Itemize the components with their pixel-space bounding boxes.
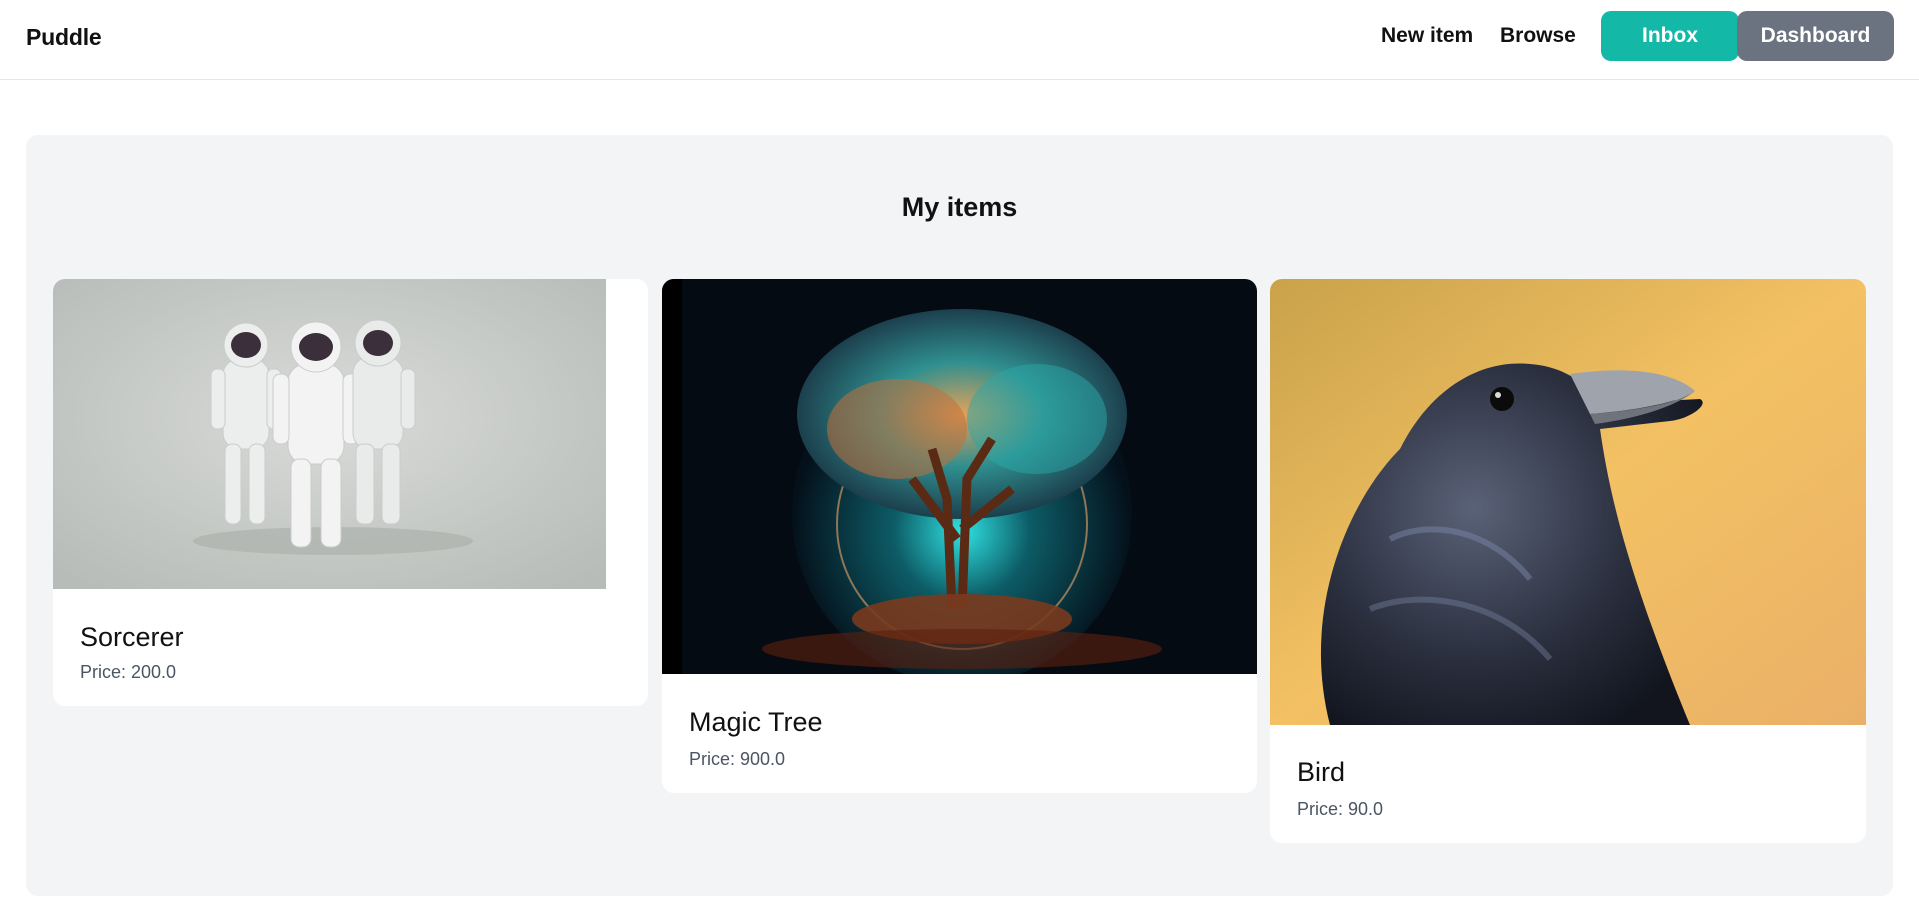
browse-link[interactable]: Browse xyxy=(1500,24,1576,48)
item-name: Sorcerer xyxy=(80,622,184,652)
navbar: Puddle New item Browse Inbox Dashboard xyxy=(0,0,1919,80)
item-card[interactable]: Sorcerer Price: 200.0 xyxy=(53,279,648,706)
brand-logo[interactable]: Puddle xyxy=(26,24,102,51)
new-item-link[interactable]: New item xyxy=(1381,24,1473,48)
item-name: Bird xyxy=(1297,757,1346,787)
inbox-button[interactable]: Inbox xyxy=(1601,11,1739,61)
astronauts-image[interactable] xyxy=(53,279,606,589)
item-card[interactable]: Magic Tree Price: 900.0 xyxy=(662,279,1257,793)
my-items-panel: My items Sorcerer Price: 200.0 Magic Tre… xyxy=(26,135,1893,896)
item-price: Price: 200.0 xyxy=(80,662,177,682)
item-price: Price: 90.0 xyxy=(1297,799,1384,819)
item-card[interactable]: Bird Price: 90.0 xyxy=(1270,279,1866,843)
crow-image[interactable] xyxy=(1270,279,1866,725)
page-title: My items xyxy=(901,192,1018,222)
magic-tree-image[interactable] xyxy=(662,279,1257,674)
item-price: Price: 900.0 xyxy=(689,749,786,769)
dashboard-button[interactable]: Dashboard xyxy=(1737,11,1894,61)
item-name: Magic Tree xyxy=(689,707,823,737)
